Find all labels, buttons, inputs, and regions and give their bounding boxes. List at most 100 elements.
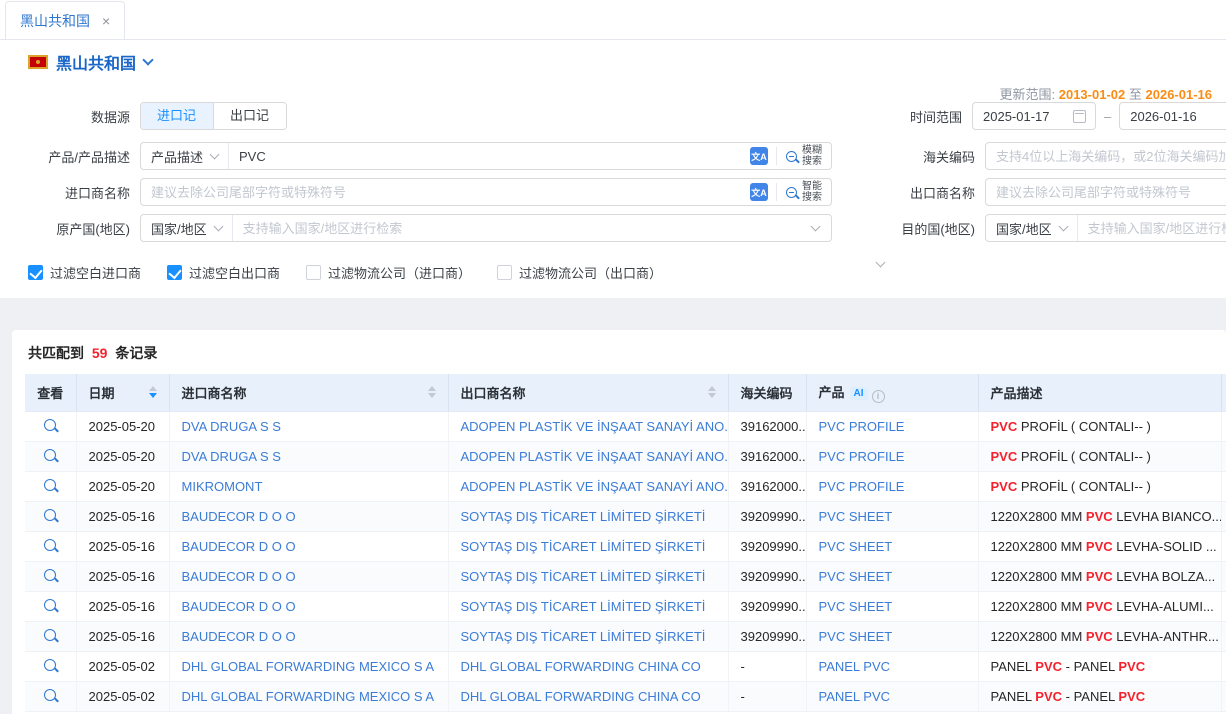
product-link[interactable]: PVC PROFILE: [806, 411, 978, 441]
table-row: 2025-05-16BAUDECOR D O OSOYTAŞ DIŞ TİCAR…: [25, 591, 1226, 621]
filter-checkbox-2[interactable]: 过滤物流公司（进口商）: [306, 263, 471, 282]
chevron-down-icon: [875, 257, 885, 267]
exporter-link[interactable]: SOYTAŞ DIŞ TİCARET LİMİTED ŞİRKETİ: [448, 531, 728, 561]
importer-link[interactable]: DHL GLOBAL FORWARDING MEXICO S A: [169, 651, 448, 681]
extra-cell: [1221, 561, 1226, 591]
product-link[interactable]: PANEL PVC: [806, 681, 978, 711]
description-cell: 1220X2800 MM PVC LEVHA-ALUMI...: [978, 591, 1221, 621]
sorter-icon[interactable]: [149, 386, 157, 398]
importer-link[interactable]: DVA DRUGA S S: [169, 411, 448, 441]
filter-checkbox-0[interactable]: 过滤空白进口商: [28, 263, 141, 282]
importer-link[interactable]: BAUDECOR D O O: [169, 621, 448, 651]
exporter-search-input[interactable]: [985, 178, 1226, 206]
exporter-link[interactable]: SOYTAŞ DIŞ TİCARET LİMİTED ŞİRKETİ: [448, 561, 728, 591]
translate-icon[interactable]: 文A: [750, 147, 768, 165]
hs-code-input[interactable]: [985, 142, 1226, 170]
product-link[interactable]: PVC PROFILE: [806, 441, 978, 471]
checkbox-checked-icon[interactable]: [167, 265, 182, 280]
filter-checkbox-1[interactable]: 过滤空白出口商: [167, 263, 280, 282]
view-record-icon[interactable]: [44, 629, 56, 641]
product-link[interactable]: PVC SHEET: [806, 621, 978, 651]
product-search-input[interactable]: [229, 143, 750, 169]
column-header-importer[interactable]: 进口商名称: [169, 374, 448, 411]
importer-link[interactable]: BAUDECOR D O O: [169, 591, 448, 621]
datasource-option-1[interactable]: 出口记录: [213, 103, 286, 129]
hs-code-cell: 39162000...: [728, 471, 806, 501]
column-header-exporter[interactable]: 出口商名称: [448, 374, 728, 411]
checkbox-unchecked-icon[interactable]: [306, 265, 321, 280]
checkbox-checked-icon[interactable]: [28, 265, 43, 280]
checkbox-label: 过滤空白进口商: [50, 263, 141, 282]
country-selector[interactable]: 黑山共和国: [28, 50, 152, 74]
exporter-link[interactable]: SOYTAŞ DIŞ TİCARET LİMİTED ŞİRKETİ: [448, 591, 728, 621]
translate-icon[interactable]: 文A: [750, 183, 768, 201]
description-cell: 1220X2800 MM PVC LEVHA-SOLID ...: [978, 531, 1221, 561]
view-record-icon[interactable]: [44, 449, 56, 461]
view-record-icon[interactable]: [44, 539, 56, 551]
fuzzy-search-button[interactable]: 模糊搜索: [777, 143, 831, 169]
product-link[interactable]: PVC SHEET: [806, 501, 978, 531]
importer-link[interactable]: MIKROMONT: [169, 471, 448, 501]
importer-link[interactable]: BAUDECOR D O O: [169, 561, 448, 591]
description-text: LEVHA BIANCO...: [1113, 509, 1221, 524]
start-date-picker[interactable]: [972, 102, 1096, 130]
sorter-icon[interactable]: [708, 386, 716, 398]
product-link[interactable]: PVC SHEET: [806, 561, 978, 591]
view-record-icon[interactable]: [44, 569, 56, 581]
column-header-desc: 产品描述: [978, 374, 1221, 411]
description-text: PROFİL ( CONTALI-- ): [1017, 479, 1151, 494]
end-date-input[interactable]: [1120, 109, 1216, 124]
view-record-icon[interactable]: [44, 689, 56, 701]
exporter-link[interactable]: ADOPEN PLASTİK VE İNŞAAT SANAYİ ANO...: [448, 411, 728, 441]
column-header-view: 查看: [25, 374, 76, 411]
importer-link[interactable]: BAUDECOR D O O: [169, 531, 448, 561]
importer-link[interactable]: BAUDECOR D O O: [169, 501, 448, 531]
view-cell: [25, 441, 76, 471]
view-record-icon[interactable]: [44, 419, 56, 431]
checkbox-unchecked-icon[interactable]: [497, 265, 512, 280]
product-link[interactable]: PVC SHEET: [806, 591, 978, 621]
column-header-date[interactable]: 日期: [76, 374, 169, 411]
start-date-input[interactable]: [973, 109, 1069, 124]
end-date-picker[interactable]: [1119, 102, 1226, 130]
date-cell: 2025-05-16: [76, 591, 169, 621]
product-type-select[interactable]: 产品描述: [141, 143, 229, 169]
origin-region-select[interactable]: 国家/地区: [141, 215, 233, 241]
tab-montenegro[interactable]: 黑山共和国 ×: [5, 1, 125, 39]
product-link[interactable]: PVC PROFILE: [806, 471, 978, 501]
description-text: PROFİL ( CONTALI-- ): [1017, 419, 1151, 434]
origin-country-input[interactable]: [233, 215, 812, 241]
highlighted-term: PVC: [1086, 569, 1113, 584]
highlighted-term: PVC: [1118, 659, 1145, 674]
view-record-icon[interactable]: [44, 479, 56, 491]
destination-region-select[interactable]: 国家/地区: [986, 215, 1078, 241]
calendar-icon[interactable]: [1073, 110, 1086, 123]
exporter-link[interactable]: SOYTAŞ DIŞ TİCARET LİMİTED ŞİRKETİ: [448, 621, 728, 651]
product-link[interactable]: PVC SHEET: [806, 531, 978, 561]
info-icon[interactable]: i: [872, 390, 885, 403]
importer-link[interactable]: DVA DRUGA S S: [169, 441, 448, 471]
filter-checkbox-3[interactable]: 过滤物流公司（出口商）: [497, 263, 662, 282]
destination-country-input[interactable]: [1078, 215, 1226, 241]
importer-search-input[interactable]: [141, 179, 750, 205]
smart-search-button[interactable]: 智能搜索: [777, 179, 831, 205]
exporter-link[interactable]: ADOPEN PLASTİK VE İNŞAAT SANAYİ ANO...: [448, 471, 728, 501]
sorter-icon[interactable]: [428, 386, 436, 398]
view-record-icon[interactable]: [44, 599, 56, 611]
importer-link[interactable]: DHL GLOBAL FORWARDING MEXICO S A: [169, 681, 448, 711]
update-range-label: 更新范围:: [999, 87, 1055, 102]
view-record-icon[interactable]: [44, 509, 56, 521]
exporter-link[interactable]: DHL GLOBAL FORWARDING CHINA CO: [448, 681, 728, 711]
datasource-option-0[interactable]: 进口记录: [141, 103, 213, 129]
close-icon[interactable]: ×: [102, 14, 110, 28]
results-panel: 共匹配到 59 条记录 查看日期进口商名称出口商名称海关编码产品AIi产品描述 …: [12, 330, 1226, 714]
exporter-link[interactable]: ADOPEN PLASTİK VE İNŞAAT SANAYİ ANO...: [448, 441, 728, 471]
product-link[interactable]: PANEL PVC: [806, 651, 978, 681]
exporter-link[interactable]: DHL GLOBAL FORWARDING CHINA CO: [448, 651, 728, 681]
view-cell: [25, 591, 76, 621]
view-record-icon[interactable]: [44, 659, 56, 671]
exporter-link[interactable]: SOYTAŞ DIŞ TİCARET LİMİTED ŞİRKETİ: [448, 501, 728, 531]
tab-label: 黑山共和国: [20, 11, 90, 31]
update-range: 更新范围: 2013-01-02 至 2026-01-16: [999, 84, 1212, 103]
table-row: 2025-05-16BAUDECOR D O OSOYTAŞ DIŞ TİCAR…: [25, 561, 1226, 591]
